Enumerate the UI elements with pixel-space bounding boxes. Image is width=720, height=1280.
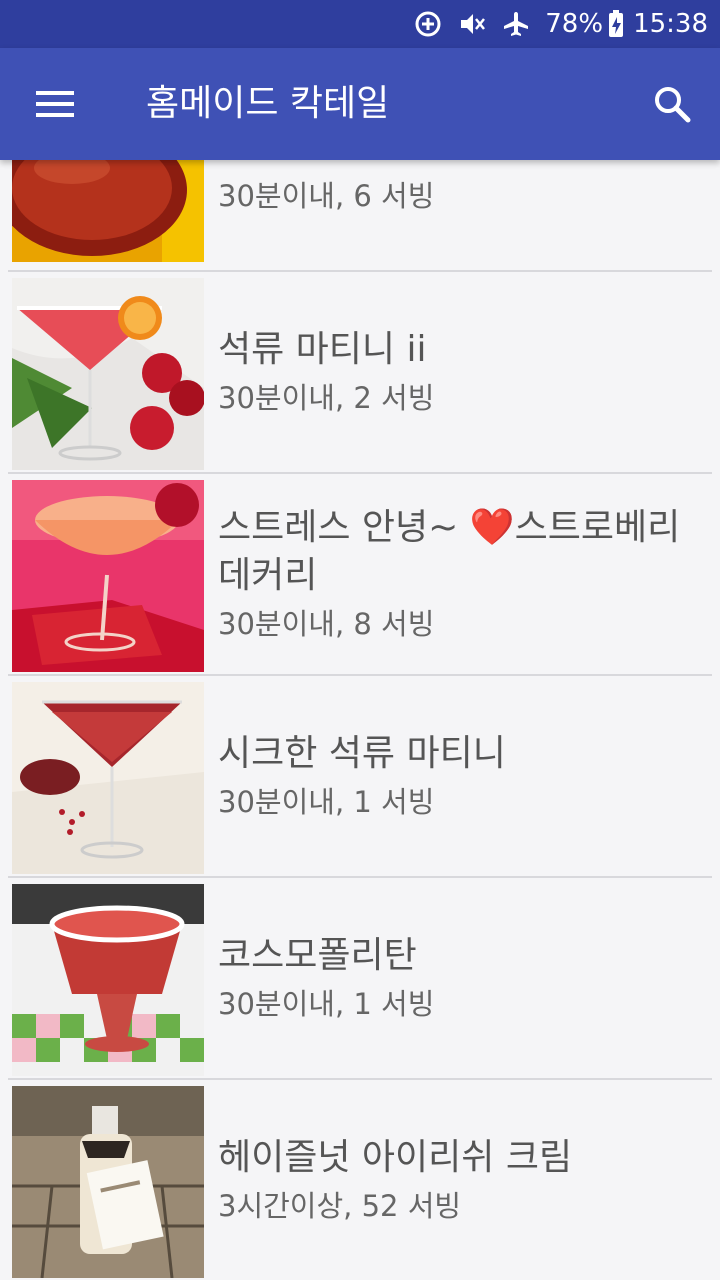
- list-item[interactable]: 시크한 석류 마티니 30분이내, 1 서빙: [0, 676, 720, 878]
- list-item[interactable]: 30분이내, 6 서빙: [0, 160, 720, 266]
- clock: 15:38: [633, 9, 708, 39]
- list-item[interactable]: 코스모폴리탄 30분이내, 1 서빙: [0, 878, 720, 1080]
- recipe-meta: 30분이내, 1 서빙: [218, 785, 435, 819]
- recipe-text: 코스모폴리탄 30분이내, 1 서빙: [218, 878, 708, 1080]
- battery-charging-icon: [607, 9, 625, 39]
- recipe-thumbnail: [12, 884, 204, 1076]
- data-saver-icon: [413, 9, 443, 39]
- recipe-name: 헤이즐넛 아이리쉬 크림: [218, 1137, 573, 1178]
- recipe-thumbnail: [12, 278, 204, 470]
- recipe-meta: 30분이내, 6 서빙: [218, 179, 435, 213]
- recipe-text: 헤이즐넛 아이리쉬 크림 3시간이상, 52 서빙: [218, 1080, 708, 1280]
- menu-button[interactable]: [24, 78, 88, 130]
- airplane-icon: [501, 9, 531, 39]
- recipe-text: 시크한 석류 마티니 30분이내, 1 서빙: [218, 676, 708, 878]
- recipe-name: 석류 마티니 ii: [218, 329, 427, 370]
- recipe-thumbnail: [12, 1086, 204, 1278]
- recipe-text: 석류 마티니 ii 30분이내, 2 서빙: [218, 272, 708, 474]
- search-button[interactable]: [640, 78, 704, 130]
- recipe-thumbnail: [12, 480, 204, 672]
- recipe-list: 30분이내, 6 서빙 석류 마티니 ii 30분이내, 2 서빙 스트레스 안…: [0, 160, 720, 1280]
- vibrate-mute-icon: [457, 9, 487, 39]
- recipe-meta: 30분이내, 8 서빙: [218, 607, 435, 641]
- battery-percent: 78%: [545, 9, 604, 39]
- recipe-thumbnail: [12, 682, 204, 874]
- list-item[interactable]: 석류 마티니 ii 30분이내, 2 서빙: [0, 272, 720, 474]
- recipe-meta: 3시간이상, 52 서빙: [218, 1189, 462, 1223]
- recipe-name: 코스모폴리탄: [218, 935, 417, 976]
- recipe-meta: 30분이내, 1 서빙: [218, 987, 435, 1021]
- status-bar: 78% 15:38: [0, 0, 720, 48]
- search-icon: [655, 87, 691, 123]
- recipe-text: 30분이내, 6 서빙: [218, 160, 708, 266]
- recipe-meta: 30분이내, 2 서빙: [218, 381, 435, 415]
- page-title: 홈메이드 칵테일: [146, 83, 390, 124]
- list-item[interactable]: 헤이즐넛 아이리쉬 크림 3시간이상, 52 서빙: [0, 1080, 720, 1280]
- recipe-name: 스트레스 안녕~ ❤️스트로베리 데커리: [218, 507, 681, 596]
- app-bar: 홈메이드 칵테일: [0, 48, 720, 160]
- recipe-thumbnail: [12, 160, 204, 262]
- hamburger-menu-icon: [36, 91, 74, 117]
- list-item[interactable]: 스트레스 안녕~ ❤️스트로베리 데커리 30분이내, 8 서빙: [0, 474, 720, 676]
- recipe-text: 스트레스 안녕~ ❤️스트로베리 데커리 30분이내, 8 서빙: [218, 474, 708, 676]
- recipe-name: 시크한 석류 마티니: [218, 733, 506, 774]
